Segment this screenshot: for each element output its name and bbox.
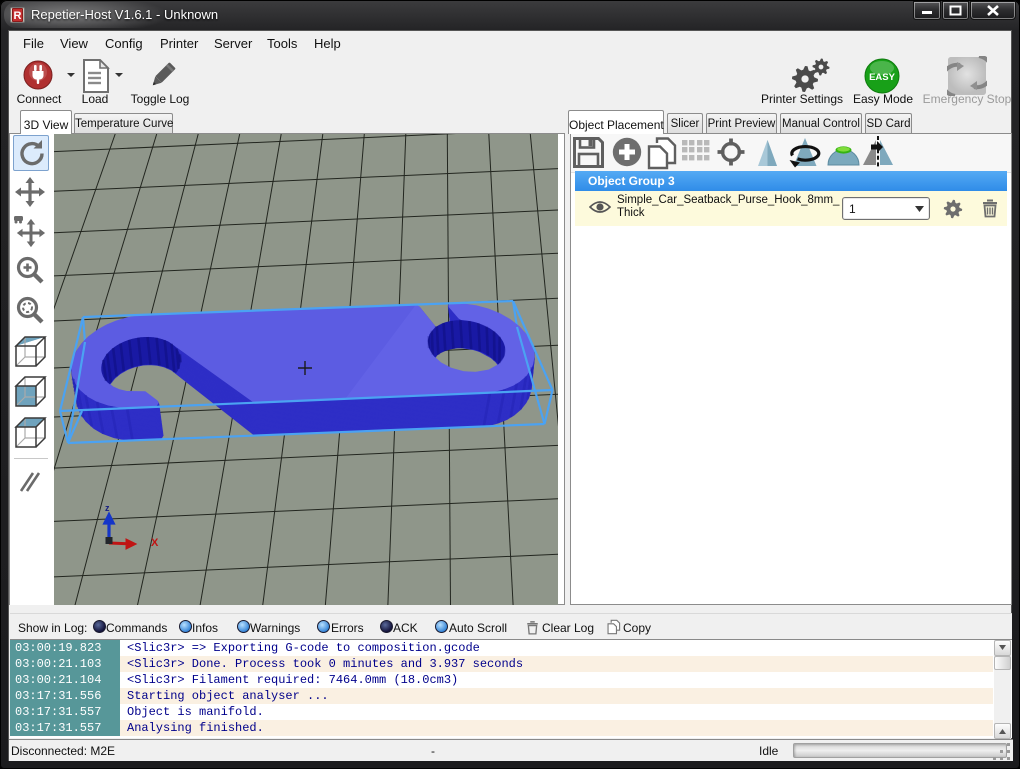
svg-text:z: z xyxy=(105,503,110,513)
svg-text:X: X xyxy=(151,537,159,549)
svg-text:EASY: EASY xyxy=(869,72,896,83)
